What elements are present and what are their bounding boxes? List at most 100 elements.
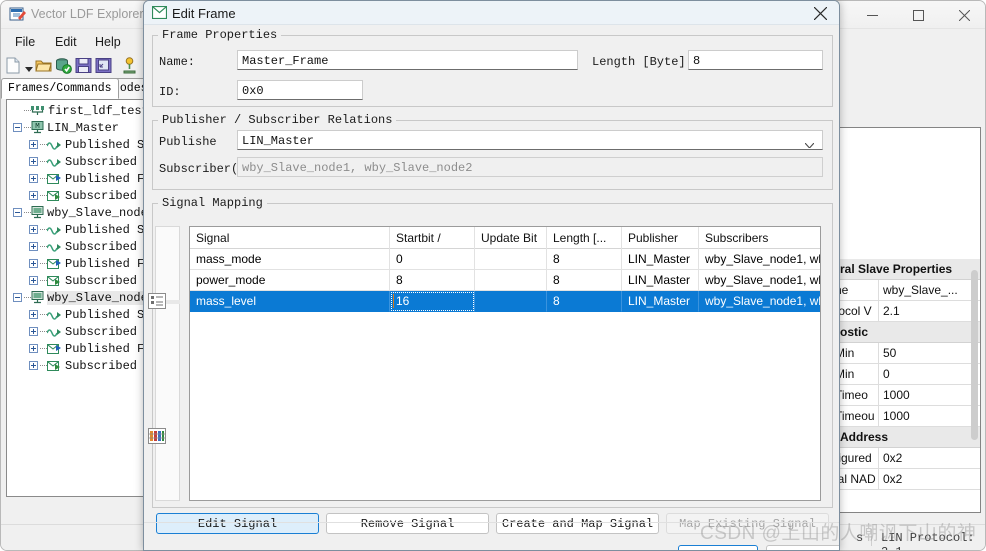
tree-collapse-toggle[interactable] — [13, 208, 22, 217]
minimize-button[interactable] — [849, 1, 895, 29]
property-row[interactable]: tocol V 2.1 — [835, 301, 980, 322]
color-table-icon[interactable] — [148, 428, 166, 447]
tree-item-published-si[interactable]: Published Si — [7, 221, 145, 238]
tree-item-subscribed-s[interactable]: Subscribed S — [7, 238, 145, 255]
grid-cell[interactable]: mass_level — [190, 291, 390, 312]
property-row[interactable]: ne wby_Slave_... — [835, 280, 980, 301]
validate-icon[interactable] — [55, 57, 72, 77]
property-value[interactable]: wby_Slave_... — [878, 280, 980, 300]
menu-file[interactable]: File — [11, 33, 39, 51]
grid-cell[interactable]: wby_Slave_node1, wby... — [699, 249, 820, 270]
property-row[interactable]: Timeou 1000 — [835, 406, 980, 427]
property-row[interactable]: Min 50 — [835, 343, 980, 364]
tree-expand-toggle[interactable] — [29, 174, 38, 183]
property-value[interactable]: 0x2 — [878, 448, 980, 468]
grid-cell[interactable]: mass_mode — [190, 249, 390, 270]
grid-column-header[interactable]: Signal — [190, 227, 390, 249]
cancel-button[interactable]: Cancel — [766, 545, 839, 550]
tree-expand-toggle[interactable] — [29, 327, 38, 336]
tree-expand-toggle[interactable] — [29, 276, 38, 285]
grid-cell[interactable] — [475, 291, 547, 312]
property-value[interactable]: 0 — [878, 364, 980, 384]
frame-name-input[interactable]: Master_Frame — [237, 50, 578, 70]
property-value[interactable]: 1000 — [878, 385, 980, 405]
tree-item-published-fr[interactable]: Published Fr — [7, 255, 145, 272]
save-icon[interactable] — [75, 57, 92, 77]
save-as-icon[interactable] — [95, 57, 112, 77]
grid-cell[interactable]: LIN_Master — [622, 291, 699, 312]
grid-row[interactable]: mass_mode 0 8 LIN_Master wby_Slave_node1, wb… — [190, 249, 820, 270]
tree-item-subscribed-s[interactable]: Subscribed S — [7, 153, 145, 170]
tree-item-subscribed-s[interactable]: Subscribed S — [7, 323, 145, 340]
edit-signal-button[interactable]: Edit Signal — [156, 513, 319, 534]
node-tree-panel[interactable]: first_ldf_test M LIN_Master Published Si Sub… — [6, 99, 146, 497]
tree-expand-toggle[interactable] — [29, 361, 38, 370]
property-row[interactable]: Timeo 1000 — [835, 385, 980, 406]
remove-signal-button[interactable]: Remove Signal — [326, 513, 489, 534]
grid-cell[interactable]: 8 — [547, 249, 622, 270]
tree-item-lin-master[interactable]: M LIN_Master — [7, 119, 119, 136]
grid-cell[interactable]: 8 — [390, 270, 475, 291]
grid-cell[interactable]: wby_Slave_node1, wby... — [699, 291, 820, 312]
grid-cell[interactable]: wby_Slave_node1, wby... — [699, 270, 820, 291]
grid-cell[interactable]: 0 — [390, 249, 475, 270]
close-button[interactable] — [941, 1, 985, 29]
grid-cell[interactable]: 16 — [390, 291, 475, 312]
menu-edit[interactable]: Edit — [51, 33, 81, 51]
frame-id-input[interactable]: 0x0 — [237, 80, 363, 100]
grid-column-header[interactable]: Startbit / — [390, 227, 475, 249]
tree-expand-toggle[interactable] — [29, 157, 38, 166]
map-existing-signal-button[interactable]: Map Existing Signal — [666, 513, 829, 534]
property-value[interactable]: 2.1 — [878, 301, 980, 321]
tree-item-subscribed-fr[interactable]: Subscribed Fr — [7, 357, 145, 374]
grid-cell[interactable]: LIN_Master — [622, 249, 699, 270]
tree-item-wby-slave-node1[interactable]: wby_Slave_node1 — [7, 204, 145, 221]
dialog-close-button[interactable] — [799, 1, 839, 25]
tree-item-subscribed-fr[interactable]: Subscribed Fr — [7, 272, 145, 289]
tree-expand-toggle[interactable] — [29, 242, 38, 251]
frame-length-input[interactable]: 8 — [688, 50, 823, 70]
property-value[interactable]: 0x2 — [878, 469, 980, 489]
grid-row[interactable]: mass_level 16 8 LIN_Master wby_Slave_node1, … — [190, 291, 820, 312]
grid-column-header[interactable]: Update Bit — [475, 227, 547, 249]
tree-item-subscribed-fr[interactable]: Subscribed Fr — [7, 187, 145, 204]
property-row[interactable]: Min 0 — [835, 364, 980, 385]
tree-expand-toggle[interactable] — [29, 191, 38, 200]
tree-expand-toggle[interactable] — [29, 225, 38, 234]
properties-scrollbar-thumb[interactable] — [971, 270, 978, 440]
tree-collapse-toggle[interactable] — [13, 293, 22, 302]
ok-button[interactable]: OK — [678, 545, 758, 550]
tree-item-published-si[interactable]: Published Si — [7, 136, 145, 153]
property-row[interactable]: ial NAD 0x2 — [835, 469, 980, 490]
grid-cell[interactable]: 8 — [547, 270, 622, 291]
tree-item-published-si[interactable]: Published Si — [7, 306, 145, 323]
grid-column-header[interactable]: Length [... — [547, 227, 622, 249]
grid-cell[interactable]: 8 — [547, 291, 622, 312]
slave-properties-panel[interactable]: ral Slave Properties ne wby_Slave_... tocol… — [834, 127, 981, 513]
tree-expand-toggle[interactable] — [29, 344, 38, 353]
grid-column-header[interactable]: Subscribers — [699, 227, 820, 249]
tree-expand-toggle[interactable] — [29, 259, 38, 268]
node-icon[interactable] — [121, 57, 138, 77]
tree-expand-toggle[interactable] — [29, 310, 38, 319]
tree-collapse-toggle[interactable] — [13, 123, 22, 132]
tree-item-published-fr[interactable]: Published Fr — [7, 340, 145, 357]
tree-item-wby-slave-node2[interactable]: wby_Slave_node2 — [7, 289, 145, 306]
grid-row[interactable]: power_mode 8 8 LIN_Master wby_Slave_node1, w… — [190, 270, 820, 291]
new-file-dropdown-icon[interactable] — [25, 61, 33, 75]
grid-column-header[interactable]: Publisher — [622, 227, 699, 249]
property-value[interactable]: 50 — [878, 343, 980, 363]
grid-cell[interactable] — [475, 249, 547, 270]
maximize-button[interactable] — [895, 1, 941, 29]
property-row[interactable]: figured 0x2 — [835, 448, 980, 469]
tree-expand-toggle[interactable] — [29, 140, 38, 149]
grid-cell[interactable]: power_mode — [190, 270, 390, 291]
publisher-combobox[interactable]: LIN_Master — [237, 130, 823, 150]
menu-help[interactable]: Help — [91, 33, 125, 51]
property-value[interactable]: 1000 — [878, 406, 980, 426]
open-folder-icon[interactable] — [35, 57, 52, 77]
grid-cell[interactable] — [475, 270, 547, 291]
signal-mapping-grid[interactable]: Signal Startbit / Update Bit Length [... Pub… — [189, 226, 821, 501]
tree-item-published-fr[interactable]: Published Fr — [7, 170, 145, 187]
tree-item-first-ldf-test[interactable]: first_ldf_test — [7, 102, 145, 119]
